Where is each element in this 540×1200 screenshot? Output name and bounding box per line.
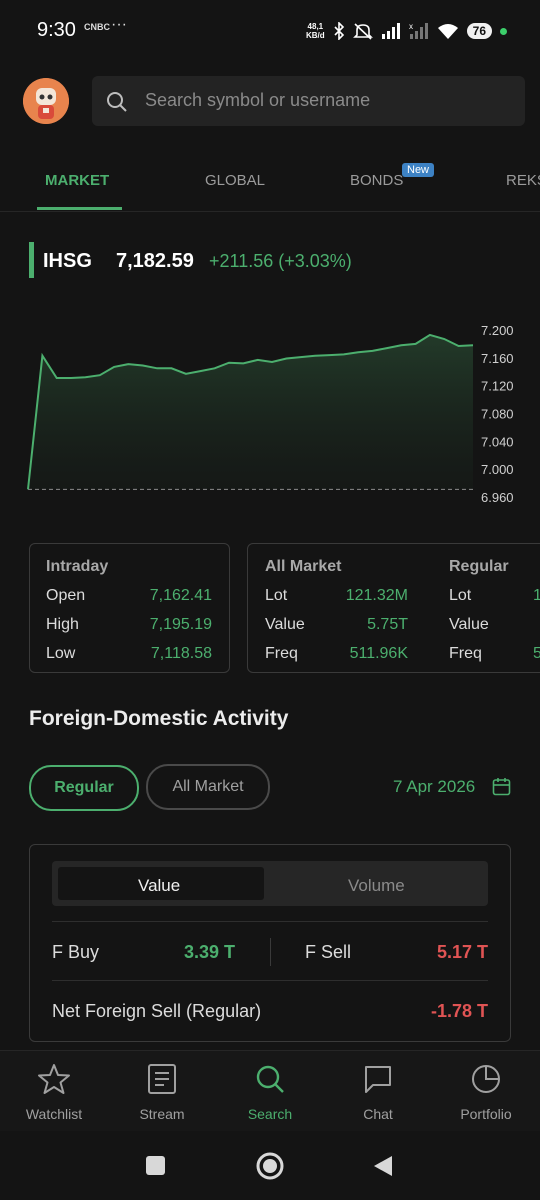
- y-tick-label: 7.040: [481, 434, 514, 449]
- f-sell-value: 5.17 T: [436, 942, 488, 962]
- intraday-high-value: 7,195.19: [149, 616, 212, 633]
- f-buy-value: 3.39 T: [183, 942, 235, 962]
- avatar[interactable]: [23, 78, 69, 124]
- wifi-icon: [437, 24, 458, 39]
- regular-title: Regular: [449, 558, 509, 575]
- intraday-open-value: 7,162.41: [149, 587, 212, 604]
- y-tick-label: 7.160: [481, 351, 514, 366]
- net-foreign-value: -1.78 T: [430, 1001, 488, 1021]
- intraday-high-label: High: [46, 616, 79, 633]
- nav-portfolio-label: Portfolio: [460, 1106, 512, 1122]
- new-badge: New: [402, 163, 435, 177]
- regular-lot-label: Lot: [449, 587, 472, 604]
- f-buy-label: F Buy: [52, 942, 100, 962]
- index-accent-bar: [29, 242, 34, 278]
- active-tab-indicator: [37, 207, 122, 210]
- bluetooth-icon: [334, 22, 344, 40]
- intraday-title: Intraday: [46, 558, 109, 575]
- nav-search[interactable]: Search: [220, 1063, 320, 1122]
- chat-icon: [365, 1066, 391, 1093]
- all-market-value-value: 5.75T: [367, 616, 408, 633]
- camera-indicator-icon: [500, 27, 508, 35]
- all-market-value-label: Value: [265, 616, 305, 633]
- signal-icon: [381, 23, 400, 39]
- tab-market[interactable]: MARKET: [45, 172, 109, 189]
- tab-global[interactable]: GLOBAL: [205, 172, 265, 189]
- index-name: IHSG: [43, 250, 92, 272]
- date-picker[interactable]: 7 Apr 2026: [393, 777, 475, 797]
- tab-reksadana[interactable]: REKS: [506, 172, 540, 189]
- tabs-divider: [0, 211, 540, 212]
- mute-icon: [352, 23, 373, 40]
- f-sell-label: F Sell: [305, 942, 352, 962]
- pie-chart-icon: [472, 1065, 500, 1093]
- nav-chat-label: Chat: [363, 1106, 393, 1122]
- buy-sell-divider: [270, 938, 271, 966]
- all-market-freq-value: 511.96K: [349, 645, 408, 662]
- home-button[interactable]: [255, 1151, 285, 1181]
- nav-portfolio[interactable]: Portfolio: [436, 1063, 536, 1122]
- all-market-freq-label: Freq: [265, 645, 298, 662]
- net-foreign-label: Net Foreign Sell (Regular): [52, 1001, 262, 1021]
- all-market-title: All Market: [265, 558, 342, 575]
- search-icon: [256, 1065, 284, 1093]
- regular-freq-label: Freq: [449, 645, 482, 662]
- back-button[interactable]: [372, 1154, 394, 1178]
- calendar-icon[interactable]: [492, 777, 511, 796]
- card-divider: [52, 921, 488, 922]
- search-icon: [107, 92, 127, 112]
- battery-level: 76: [466, 23, 493, 39]
- nav-search-label: Search: [247, 1106, 293, 1122]
- nav-stream-label: Stream: [139, 1106, 185, 1122]
- y-tick-label: 7.080: [481, 407, 514, 422]
- intraday-open-label: Open: [46, 587, 86, 604]
- y-tick-label: 6.960: [481, 490, 514, 505]
- recents-button[interactable]: [146, 1156, 165, 1175]
- section-title: Foreign-Domestic Activity: [29, 707, 289, 730]
- star-icon: [38, 1064, 70, 1094]
- intraday-low-label: Low: [46, 645, 76, 662]
- regular-value-label: Value: [449, 616, 489, 633]
- signal-nodata-icon: x: [409, 22, 428, 39]
- tab-bonds[interactable]: BONDS: [350, 172, 403, 189]
- chart-area-fill: [28, 334, 473, 490]
- filter-regular-button[interactable]: Regular: [29, 765, 139, 811]
- robot-avatar-icon: [23, 78, 69, 124]
- index-change: +211.56 (+3.03%): [209, 251, 352, 271]
- intraday-low-value: 7,118.58: [150, 645, 212, 662]
- svg-text:x: x: [409, 22, 413, 31]
- nav-stream[interactable]: Stream: [112, 1063, 212, 1122]
- y-tick-label: 7.000: [481, 462, 514, 477]
- segment-value[interactable]: Value: [138, 876, 180, 896]
- y-tick-label: 7.120: [481, 379, 514, 394]
- status-icons: 48,1 KB/d x 76: [306, 16, 508, 46]
- index-chart[interactable]: 7.200 7.160 7.120 7.080 7.040 7.000 6.960: [0, 300, 540, 520]
- all-market-lot-label: Lot: [265, 587, 288, 604]
- status-time: 9:30: [37, 19, 76, 41]
- net-speed-unit: KB/d: [306, 31, 325, 40]
- nav-watchlist-label: Watchlist: [25, 1106, 83, 1122]
- regular-lot-value: 1: [533, 587, 540, 604]
- search-placeholder: Search symbol or username: [145, 90, 371, 110]
- index-value: 7,182.59: [116, 250, 194, 272]
- nav-watchlist[interactable]: Watchlist: [4, 1063, 104, 1122]
- filter-all-market-button[interactable]: All Market: [146, 764, 270, 810]
- nav-chat[interactable]: Chat: [328, 1063, 428, 1122]
- more-notifications-icon: ···: [111, 16, 127, 33]
- net-speed: 48,1 KB/d: [306, 22, 325, 40]
- net-speed-value: 48,1: [307, 22, 324, 31]
- segment-volume[interactable]: Volume: [348, 876, 405, 896]
- cnbc-badge: CNBC: [84, 22, 110, 32]
- all-market-lot-value: 121.32M: [345, 587, 408, 604]
- stream-icon: [148, 1064, 176, 1094]
- y-tick-label: 7.200: [481, 323, 514, 338]
- card-divider-2: [52, 980, 488, 981]
- regular-freq-value: 5: [533, 645, 540, 662]
